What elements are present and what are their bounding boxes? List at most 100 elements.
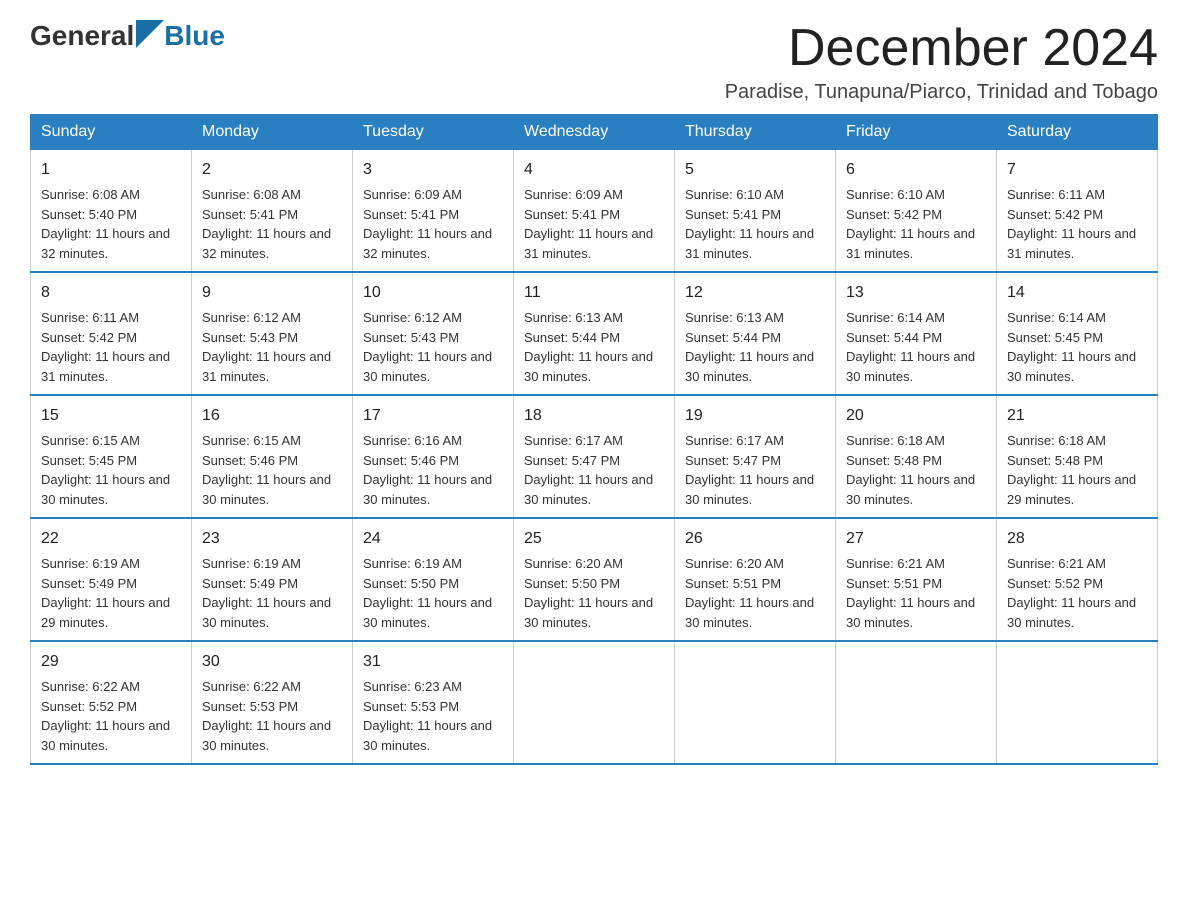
- daylight-text: Daylight: 11 hours and 30 minutes.: [363, 595, 492, 630]
- sunrise-text: Sunrise: 6:17 AM: [524, 433, 623, 448]
- sunset-text: Sunset: 5:44 PM: [685, 330, 781, 345]
- calendar-cell: 21Sunrise: 6:18 AMSunset: 5:48 PMDayligh…: [997, 395, 1158, 518]
- sunrise-text: Sunrise: 6:12 AM: [202, 310, 301, 325]
- sunset-text: Sunset: 5:53 PM: [202, 699, 298, 714]
- weekday-header-thursday: Thursday: [675, 115, 836, 150]
- day-number: 27: [846, 527, 986, 551]
- day-number: 10: [363, 281, 503, 305]
- day-number: 5: [685, 158, 825, 182]
- calendar-cell: [675, 641, 836, 764]
- title-section: December 2024 Paradise, Tunapuna/Piarco,…: [725, 20, 1158, 104]
- calendar-cell: [997, 641, 1158, 764]
- sunset-text: Sunset: 5:50 PM: [363, 576, 459, 591]
- logo-blue-part: Blue: [134, 20, 225, 52]
- sunset-text: Sunset: 5:42 PM: [846, 207, 942, 222]
- sunrise-text: Sunrise: 6:23 AM: [363, 679, 462, 694]
- sunset-text: Sunset: 5:41 PM: [363, 207, 459, 222]
- calendar-week-row: 29 Sunrise: 6:22 AM Sunset: 5:52 PM Dayligh…: [31, 641, 1158, 764]
- sunrise-text: Sunrise: 6:15 AM: [202, 433, 301, 448]
- calendar-cell: 17Sunrise: 6:16 AMSunset: 5:46 PMDayligh…: [353, 395, 514, 518]
- daylight-text: Daylight: 11 hours and 30 minutes.: [41, 472, 170, 507]
- day-number: 25: [524, 527, 664, 551]
- calendar-header-row: SundayMondayTuesdayWednesdayThursdayFrid…: [31, 115, 1158, 150]
- day-number: 13: [846, 281, 986, 305]
- sunrise-text: Sunrise: 6:19 AM: [363, 556, 462, 571]
- daylight-text: Daylight: 11 hours and 30 minutes.: [524, 595, 653, 630]
- daylight-text: Daylight: 11 hours and 31 minutes.: [41, 349, 170, 384]
- sunrise-text: Sunrise: 6:09 AM: [363, 187, 462, 202]
- sunset-text: Sunset: 5:47 PM: [685, 453, 781, 468]
- daylight-text: Daylight: 11 hours and 31 minutes.: [1007, 226, 1136, 261]
- month-title: December 2024: [725, 20, 1158, 77]
- calendar-cell: 4Sunrise: 6:09 AMSunset: 5:41 PMDaylight…: [514, 150, 675, 273]
- day-number: 12: [685, 281, 825, 305]
- sunset-text: Sunset: 5:41 PM: [202, 207, 298, 222]
- sunrise-text: Sunrise: 6:11 AM: [1007, 187, 1105, 202]
- day-number: 14: [1007, 281, 1147, 305]
- calendar-cell: 11Sunrise: 6:13 AMSunset: 5:44 PMDayligh…: [514, 272, 675, 395]
- daylight-text: Daylight: 11 hours and 30 minutes.: [1007, 595, 1136, 630]
- daylight-text: Daylight: 11 hours and 32 minutes.: [202, 226, 331, 261]
- calendar-cell: 19Sunrise: 6:17 AMSunset: 5:47 PMDayligh…: [675, 395, 836, 518]
- weekday-header-sunday: Sunday: [31, 115, 192, 150]
- daylight-text: Daylight: 11 hours and 29 minutes.: [41, 595, 170, 630]
- day-number: 18: [524, 404, 664, 428]
- day-number: 8: [41, 281, 181, 305]
- sunset-text: Sunset: 5:44 PM: [524, 330, 620, 345]
- day-number: 17: [363, 404, 503, 428]
- sunset-text: Sunset: 5:47 PM: [524, 453, 620, 468]
- day-number: 29: [41, 650, 181, 674]
- daylight-text: Daylight: 11 hours and 30 minutes.: [685, 349, 814, 384]
- day-number: 21: [1007, 404, 1147, 428]
- sunrise-text: Sunrise: 6:21 AM: [846, 556, 945, 571]
- calendar-cell: 14Sunrise: 6:14 AMSunset: 5:45 PMDayligh…: [997, 272, 1158, 395]
- day-number: 2: [202, 158, 342, 182]
- calendar-cell: 23Sunrise: 6:19 AMSunset: 5:49 PMDayligh…: [192, 518, 353, 641]
- sunset-text: Sunset: 5:52 PM: [41, 699, 137, 714]
- sunset-text: Sunset: 5:46 PM: [363, 453, 459, 468]
- calendar-cell: 22Sunrise: 6:19 AMSunset: 5:49 PMDayligh…: [31, 518, 192, 641]
- daylight-text: Daylight: 11 hours and 30 minutes.: [202, 595, 331, 630]
- day-number: 3: [363, 158, 503, 182]
- sunrise-text: Sunrise: 6:20 AM: [524, 556, 623, 571]
- logo-blue-text: Blue: [164, 20, 225, 52]
- sunset-text: Sunset: 5:48 PM: [846, 453, 942, 468]
- daylight-text: Daylight: 11 hours and 31 minutes.: [202, 349, 331, 384]
- daylight-text: Daylight: 11 hours and 30 minutes.: [202, 718, 331, 753]
- calendar-cell: 18 Sunrise: 6:17 AM Sunset: 5:47 PM Dayligh…: [514, 395, 675, 518]
- sunrise-text: Sunrise: 6:19 AM: [41, 556, 140, 571]
- daylight-text: Daylight: 11 hours and 30 minutes.: [524, 472, 653, 507]
- sunrise-text: Sunrise: 6:13 AM: [685, 310, 784, 325]
- calendar-cell: 28Sunrise: 6:21 AMSunset: 5:52 PMDayligh…: [997, 518, 1158, 641]
- sunset-text: Sunset: 5:48 PM: [1007, 453, 1103, 468]
- calendar-cell: [514, 641, 675, 764]
- day-number: 16: [202, 404, 342, 428]
- day-number: 22: [41, 527, 181, 551]
- calendar-cell: 5 Sunrise: 6:10 AM Sunset: 5:41 PM Daylight…: [675, 150, 836, 273]
- sunrise-text: Sunrise: 6:22 AM: [41, 679, 140, 694]
- daylight-text: Daylight: 11 hours and 30 minutes.: [524, 349, 653, 384]
- sunset-text: Sunset: 5:41 PM: [524, 207, 620, 222]
- sunrise-text: Sunrise: 6:10 AM: [846, 187, 945, 202]
- sunrise-text: Sunrise: 6:20 AM: [685, 556, 784, 571]
- calendar-cell: 30Sunrise: 6:22 AMSunset: 5:53 PMDayligh…: [192, 641, 353, 764]
- day-number: 28: [1007, 527, 1147, 551]
- daylight-text: Daylight: 11 hours and 30 minutes.: [202, 472, 331, 507]
- day-number: 26: [685, 527, 825, 551]
- weekday-header-friday: Friday: [836, 115, 997, 150]
- sunset-text: Sunset: 5:41 PM: [685, 207, 781, 222]
- day-number: 7: [1007, 158, 1147, 182]
- logo-text: General Blue: [30, 20, 225, 52]
- daylight-text: Daylight: 11 hours and 30 minutes.: [685, 472, 814, 507]
- calendar-week-row: 8Sunrise: 6:11 AMSunset: 5:42 PMDaylight…: [31, 272, 1158, 395]
- daylight-text: Daylight: 11 hours and 30 minutes.: [363, 349, 492, 384]
- sunrise-text: Sunrise: 6:10 AM: [685, 187, 784, 202]
- daylight-text: Daylight: 11 hours and 31 minutes.: [685, 226, 814, 261]
- day-number: 24: [363, 527, 503, 551]
- sunrise-text: Sunrise: 6:11 AM: [41, 310, 139, 325]
- sunset-text: Sunset: 5:40 PM: [41, 207, 137, 222]
- calendar-cell: 20Sunrise: 6:18 AMSunset: 5:48 PMDayligh…: [836, 395, 997, 518]
- calendar-cell: 15Sunrise: 6:15 AMSunset: 5:45 PMDayligh…: [31, 395, 192, 518]
- day-number: 23: [202, 527, 342, 551]
- daylight-text: Daylight: 11 hours and 31 minutes.: [846, 226, 975, 261]
